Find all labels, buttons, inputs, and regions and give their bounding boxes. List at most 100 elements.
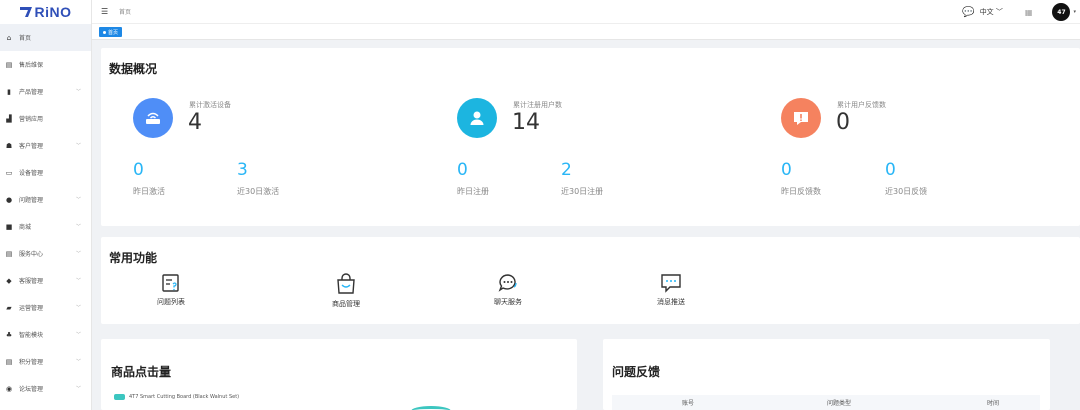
wifi-router-icon — [133, 98, 173, 138]
chevron-down-icon[interactable]: ﹀ — [76, 223, 81, 230]
chart-legend[interactable]: 4T7 Smart Cutting Board (Black Walnut Se… — [114, 394, 239, 400]
question-list-icon — [162, 274, 179, 292]
function-chat-service[interactable]: 聊天服务 — [478, 273, 538, 307]
function-label: 消息推送 — [657, 298, 685, 306]
user-icon — [457, 98, 497, 138]
shopping-bag-icon — [337, 273, 355, 294]
sidebar-item-label: 运营管理 — [19, 305, 44, 312]
product-clicks-title: 商品点击量 — [111, 365, 172, 379]
sub-stat-value: 0 — [133, 160, 144, 180]
sidebar-item-label: 问题管理 — [19, 197, 44, 204]
message-push-icon — [661, 274, 681, 293]
breadcrumb[interactable]: 首页 — [119, 7, 131, 16]
tag-dot-icon — [103, 30, 106, 34]
sidebar-item[interactable]: ▤ 积分管理 ﹀ — [0, 348, 91, 375]
function-question-list[interactable]: 问题列表 — [141, 273, 201, 307]
tag-label: 首页 — [108, 29, 119, 36]
sidebar-item[interactable]: ▤ 售后维保 — [0, 51, 91, 78]
sub-stat-label: 昨日注册 — [457, 187, 489, 196]
sidebar-item[interactable]: ● 问题管理 ﹀ — [0, 186, 91, 213]
stat-label: 累计注册用户数 — [513, 101, 562, 109]
chevron-down-icon[interactable]: ﹀ — [76, 250, 81, 257]
sidebar-item-label: 客服管理 — [19, 278, 44, 285]
sub-stat-value: 2 — [561, 160, 572, 180]
chevron-down-icon[interactable]: ﹀ — [76, 142, 81, 149]
sidebar-item[interactable]: ♣ 智能模块 ﹀ — [0, 321, 91, 348]
chat-bubble-icon[interactable]: 💬 — [962, 7, 974, 18]
book-icon: ▮ — [7, 87, 11, 96]
sidebar-item[interactable]: ◉ 论坛管理 ﹀ — [0, 375, 91, 402]
chevron-down-icon[interactable]: ﹀ — [76, 331, 81, 338]
function-label: 问题列表 — [157, 298, 185, 306]
chevron-down-icon[interactable]: ﹀ — [76, 88, 81, 95]
stat-group: 累计用户反馈数 0 0 昨日反馈数 0 近30日反馈 — [749, 48, 1074, 226]
sidebar-item[interactable]: ☗ 客户管理 ﹀ — [0, 132, 91, 159]
sidebar: RiNO ⌂ 首页 ▤ 售后维保 ▮ 产品管理 ﹀ ▟ 营销应用 ☗ 客户管理 ﹀ ▭ 设备管理 ● 问题管理… — [0, 0, 92, 410]
sidebar-item-label: 客户管理 — [19, 143, 44, 150]
legend-label: 4T7 Smart Cutting Board (Black Walnut Se… — [129, 394, 240, 400]
sidebar-item-label: 产品管理 — [19, 89, 44, 96]
smart-module-icon: ♣ — [5, 330, 13, 339]
logo[interactable]: RiNO — [0, 0, 91, 24]
stat-value: 14 — [512, 110, 540, 135]
feedback-title: 问题反馈 — [612, 365, 661, 379]
sidebar-item-label: 首页 — [19, 35, 32, 42]
sidebar-item[interactable]: ▤ 服务中心 ﹀ — [0, 240, 91, 267]
pie-chart-slice[interactable] — [411, 406, 451, 410]
stat-group: 累计激活设备 4 0 昨日激活 3 近30日激活 — [101, 48, 426, 226]
qr-code-icon[interactable]: ▦ — [1025, 8, 1033, 17]
sidebar-item[interactable]: ▮ 产品管理 ﹀ — [0, 78, 91, 105]
sidebar-item[interactable]: ▭ 设备管理 — [0, 159, 91, 186]
sub-stat-value: 0 — [457, 160, 468, 180]
service-icon: ▤ — [5, 249, 13, 258]
tag-home[interactable]: 首页 — [99, 27, 123, 37]
sub-stat-label: 近30日注册 — [561, 187, 604, 196]
column-header-account[interactable]: 账号 — [682, 398, 694, 407]
language-label: 中文 — [979, 8, 994, 16]
column-header-time[interactable]: 时间 — [987, 398, 999, 407]
sidebar-item-label: 设备管理 — [19, 170, 44, 177]
functions-title: 常用功能 — [109, 251, 158, 265]
chevron-down-icon[interactable]: ﹀ — [76, 304, 81, 311]
sidebar-item-label: 积分管理 — [19, 359, 44, 366]
language-select[interactable]: 中文 ﹀ — [980, 7, 1003, 17]
sub-stat-value: 0 — [781, 160, 792, 180]
avatar[interactable]: 47 — [1052, 3, 1071, 21]
shop-icon: ■ — [5, 222, 13, 231]
sub-stat-label: 近30日激活 — [237, 187, 280, 196]
logo-mark-icon — [19, 7, 32, 17]
chevron-down-icon[interactable]: ﹀ — [76, 385, 81, 392]
support-icon: ◆ — [6, 276, 12, 285]
sidebar-item-label: 营销应用 — [19, 116, 44, 123]
function-label: 聊天服务 — [494, 298, 522, 306]
stat-value: 4 — [188, 110, 202, 135]
bar-chart-icon: ▟ — [6, 114, 12, 123]
function-product-management[interactable]: 商品管理 — [316, 273, 376, 309]
menu-toggle-icon[interactable]: ☰ — [101, 7, 111, 16]
home-icon: ⌂ — [6, 33, 12, 42]
sidebar-item-label: 商城 — [19, 224, 32, 231]
function-label: 商品管理 — [332, 300, 360, 308]
stat-label: 累计激活设备 — [189, 101, 231, 109]
function-message-push[interactable]: 消息推送 — [641, 273, 701, 307]
logo-text: RiNO — [34, 4, 72, 20]
chevron-down-icon[interactable]: ﹀ — [76, 277, 81, 284]
sub-stat-label: 昨日反馈数 — [781, 187, 821, 196]
users-icon: ☗ — [5, 141, 13, 150]
chat-service-icon — [498, 274, 517, 292]
avatar-caret-icon[interactable]: ▾ — [1073, 9, 1076, 15]
chevron-down-icon[interactable]: ﹀ — [76, 358, 81, 365]
sidebar-item[interactable]: ■ 商城 ﹀ — [0, 213, 91, 240]
top-bar: ☰ 首页 💬 中文 ﹀ ▦ 47 ▾ — [92, 0, 1080, 24]
column-header-type[interactable]: 问题类型 — [827, 398, 851, 407]
feedback-table-header: 账号 问题类型 时间 — [612, 395, 1040, 410]
sidebar-item[interactable]: ▰ 运营管理 ﹀ — [0, 294, 91, 321]
sidebar-item[interactable]: ⌂ 首页 — [0, 24, 91, 51]
sidebar-menu: ⌂ 首页 ▤ 售后维保 ▮ 产品管理 ﹀ ▟ 营销应用 ☗ 客户管理 ﹀ ▭ 设备管理 ● 问题管理 ﹀ ■ 商城 ﹀… — [0, 24, 91, 402]
chevron-down-icon[interactable]: ﹀ — [76, 196, 81, 203]
sidebar-item[interactable]: ▟ 营销应用 — [0, 105, 91, 132]
product-clicks-card: 商品点击量 4T7 Smart Cutting Board (Black Wal… — [101, 339, 577, 410]
sidebar-item-label: 智能模块 — [19, 332, 44, 339]
sidebar-item[interactable]: ◆ 客服管理 ﹀ — [0, 267, 91, 294]
overview-card: 数据概况 累计激活设备 4 0 昨日激活 3 近30日激活 累计注册用户数 14 0 昨日注册 2 近… — [101, 48, 1080, 226]
